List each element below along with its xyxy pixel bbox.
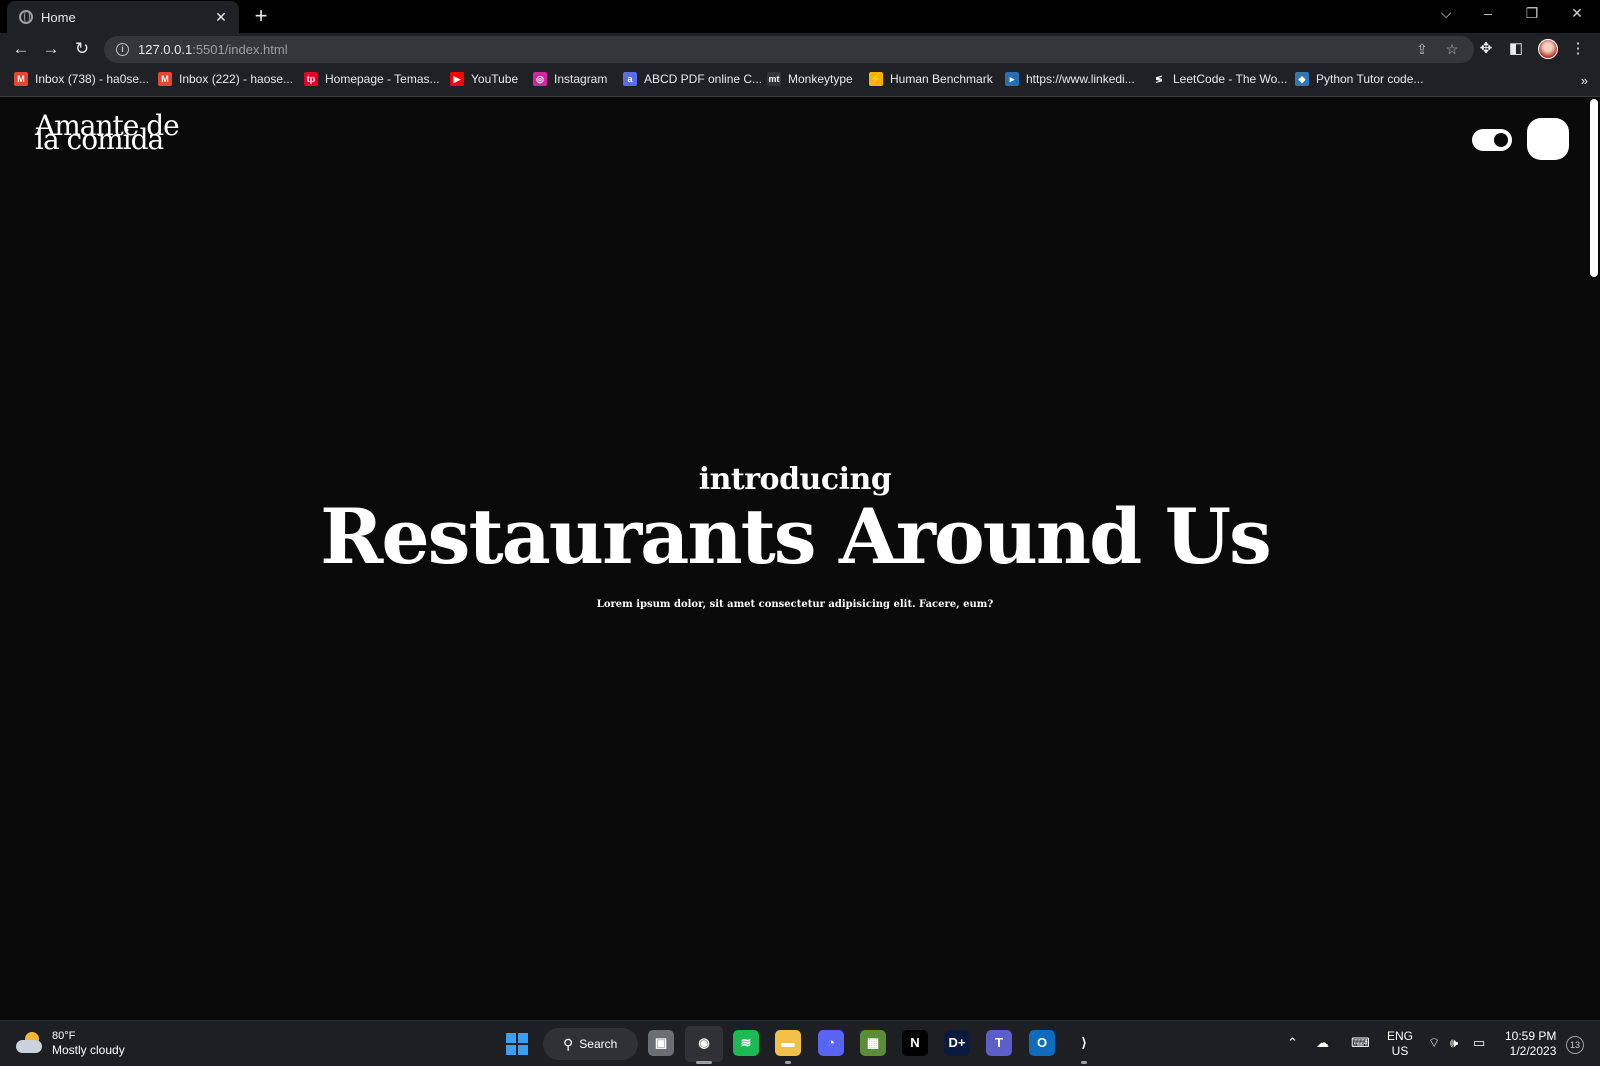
hero-subtitle: Lorem ipsum dolor, sit amet consectetur … <box>596 599 994 610</box>
running-indicator <box>785 1061 791 1064</box>
back-button[interactable]: ← <box>9 38 33 62</box>
bookmark-item[interactable]: tp Homepage - Temas... <box>304 72 440 86</box>
spotify-icon[interactable]: ≋ <box>733 1030 759 1056</box>
forward-button[interactable]: → <box>39 38 63 62</box>
url-path: :5501/index.html <box>192 42 288 57</box>
side-panel-icon[interactable]: ◧ <box>1506 39 1526 57</box>
partly-cloudy-icon <box>16 1032 44 1054</box>
windows-logo-tile <box>518 1033 528 1043</box>
new-tab-button[interactable]: + <box>250 4 272 28</box>
bookmarks-bar: M Inbox (738) - ha0se... M Inbox (222) - h… <box>0 66 1600 97</box>
minimize-button[interactable]: – <box>1478 5 1498 21</box>
gmail-icon: M <box>158 72 172 86</box>
reload-button[interactable]: ↻ <box>70 38 94 62</box>
bookmark-item[interactable]: ◆ Python Tutor code... <box>1295 72 1423 86</box>
weather-condition: Mostly cloudy <box>52 1043 125 1057</box>
bookmark-item[interactable]: ▶ YouTube <box>450 72 518 86</box>
minecraft-icon[interactable]: ▦ <box>860 1030 886 1056</box>
taskbar-search[interactable]: ⚲ Search <box>543 1028 638 1060</box>
start-button[interactable] <box>506 1033 528 1055</box>
file-explorer-icon[interactable]: ▬ <box>775 1030 801 1056</box>
search-label: Search <box>579 1037 618 1051</box>
gmail-icon: M <box>14 72 28 86</box>
weather-temperature: 80°F <box>52 1030 76 1042</box>
toggle-knob <box>1494 133 1508 147</box>
windows-logo-tile <box>506 1033 516 1043</box>
close-tab-icon[interactable]: ✕ <box>213 9 229 26</box>
bookmark-item[interactable]: a ABCD PDF online C... <box>623 72 762 86</box>
clock[interactable]: 10:59 PM 1/2/2023 <box>1505 1029 1556 1059</box>
share-icon[interactable]: ⇪ <box>1413 41 1431 58</box>
wifi-icon[interactable]: ⌔ <box>1428 1035 1440 1051</box>
page-viewport: Amante de la comida introducing Restaura… <box>0 97 1600 1020</box>
hero-title: Restaurants Around Us <box>320 492 1272 581</box>
battery-icon[interactable]: ▭ <box>1473 1035 1485 1051</box>
windows-logo-tile <box>518 1045 528 1055</box>
bookmark-item[interactable]: ⚡ Human Benchmark <box>869 72 993 86</box>
running-indicator <box>1081 1061 1087 1064</box>
language-indicator[interactable]: ENG US <box>1387 1029 1413 1059</box>
chrome-icon[interactable]: ◉ <box>691 1030 717 1056</box>
netflix-icon[interactable]: N <box>902 1030 928 1056</box>
hero-section: introducing Restaurants Around Us Lorem … <box>0 462 1590 610</box>
profile-avatar[interactable] <box>1538 39 1558 59</box>
bookmark-item[interactable]: M Inbox (738) - ha0se... <box>14 72 149 86</box>
tp-icon: tp <box>304 72 318 86</box>
pdf-icon: a <box>623 72 637 86</box>
keyboard-icon[interactable]: ⌨ <box>1351 1035 1370 1051</box>
leetcode-icon: ≶ <box>1152 72 1166 86</box>
logo-line-2: la comida <box>35 123 164 156</box>
teams-icon[interactable]: T <box>986 1030 1012 1056</box>
page-scrollbar-thumb[interactable] <box>1590 99 1598 277</box>
weather-widget[interactable]: 80°F Mostly cloudy <box>16 1029 125 1057</box>
discord-icon[interactable]: ◔ <box>818 1030 844 1056</box>
notification-badge[interactable]: 13 <box>1566 1036 1584 1054</box>
vscode-icon[interactable]: ⟩ <box>1071 1030 1097 1056</box>
outlook-icon[interactable]: O <box>1029 1030 1055 1056</box>
search-icon: ⚲ <box>563 1035 574 1052</box>
disney-plus-icon[interactable]: D+ <box>944 1030 970 1056</box>
volume-icon[interactable]: 🕪 <box>1450 1035 1458 1051</box>
close-window-button[interactable]: ✕ <box>1567 5 1587 22</box>
menu-button[interactable] <box>1527 118 1569 160</box>
url-host: 127.0.0.1 <box>138 42 193 57</box>
windows-logo-tile <box>506 1045 516 1055</box>
bookmark-item[interactable]: ≶ LeetCode - The Wo... <box>1152 72 1287 86</box>
globe-icon <box>19 10 33 24</box>
bookmark-item[interactable]: ▸ https://www.linkedi... <box>1005 72 1135 86</box>
site-logo[interactable]: Amante de la comida <box>35 112 180 156</box>
linkedin-icon: ▸ <box>1005 72 1019 86</box>
bookmark-item[interactable]: M Inbox (222) - haose... <box>158 72 293 86</box>
instagram-icon: ◎ <box>533 72 547 86</box>
tab-search-chevron-icon[interactable]: ⌵ <box>1436 5 1456 22</box>
tab-home[interactable]: Home ✕ <box>7 1 239 33</box>
restore-button[interactable]: ❐ <box>1522 5 1542 22</box>
lightning-icon: ⚡ <box>869 72 883 86</box>
bookmark-item[interactable]: ◎ Instagram <box>533 72 607 86</box>
bookmark-item[interactable]: mt Monkeytype <box>767 72 853 86</box>
tab-strip: Home ✕ + ⌵ – ❐ ✕ <box>0 0 1600 33</box>
bookmarks-overflow-button[interactable]: » <box>1581 73 1588 88</box>
task-view-icon[interactable]: ▣ <box>648 1030 674 1056</box>
theme-toggle[interactable] <box>1472 129 1512 151</box>
browser-toolbar: ← → ↻ i 127.0.0.1:5501/index.html ⇪ ☆ ✥ … <box>0 33 1600 66</box>
youtube-icon: ▶ <box>450 72 464 86</box>
running-indicator <box>696 1061 712 1064</box>
windows-taskbar: 80°F Mostly cloudy ⚲ Search ▣ ◉ ≋ ▬ ◔ ▦ … <box>0 1020 1600 1066</box>
site-info-icon[interactable]: i <box>116 43 129 56</box>
chevron-up-icon[interactable]: ⌃ <box>1287 1035 1298 1051</box>
onedrive-icon[interactable]: ☁ <box>1316 1035 1329 1051</box>
menu-kebab-icon[interactable]: ⋮ <box>1568 39 1588 57</box>
extensions-icon[interactable]: ✥ <box>1476 39 1496 57</box>
bookmark-star-icon[interactable]: ☆ <box>1443 41 1461 58</box>
tab-title: Home <box>41 9 76 25</box>
python-icon: ◆ <box>1295 72 1309 86</box>
address-bar[interactable]: i 127.0.0.1:5501/index.html ⇪ ☆ <box>104 36 1474 63</box>
monkeytype-icon: mt <box>767 72 781 86</box>
